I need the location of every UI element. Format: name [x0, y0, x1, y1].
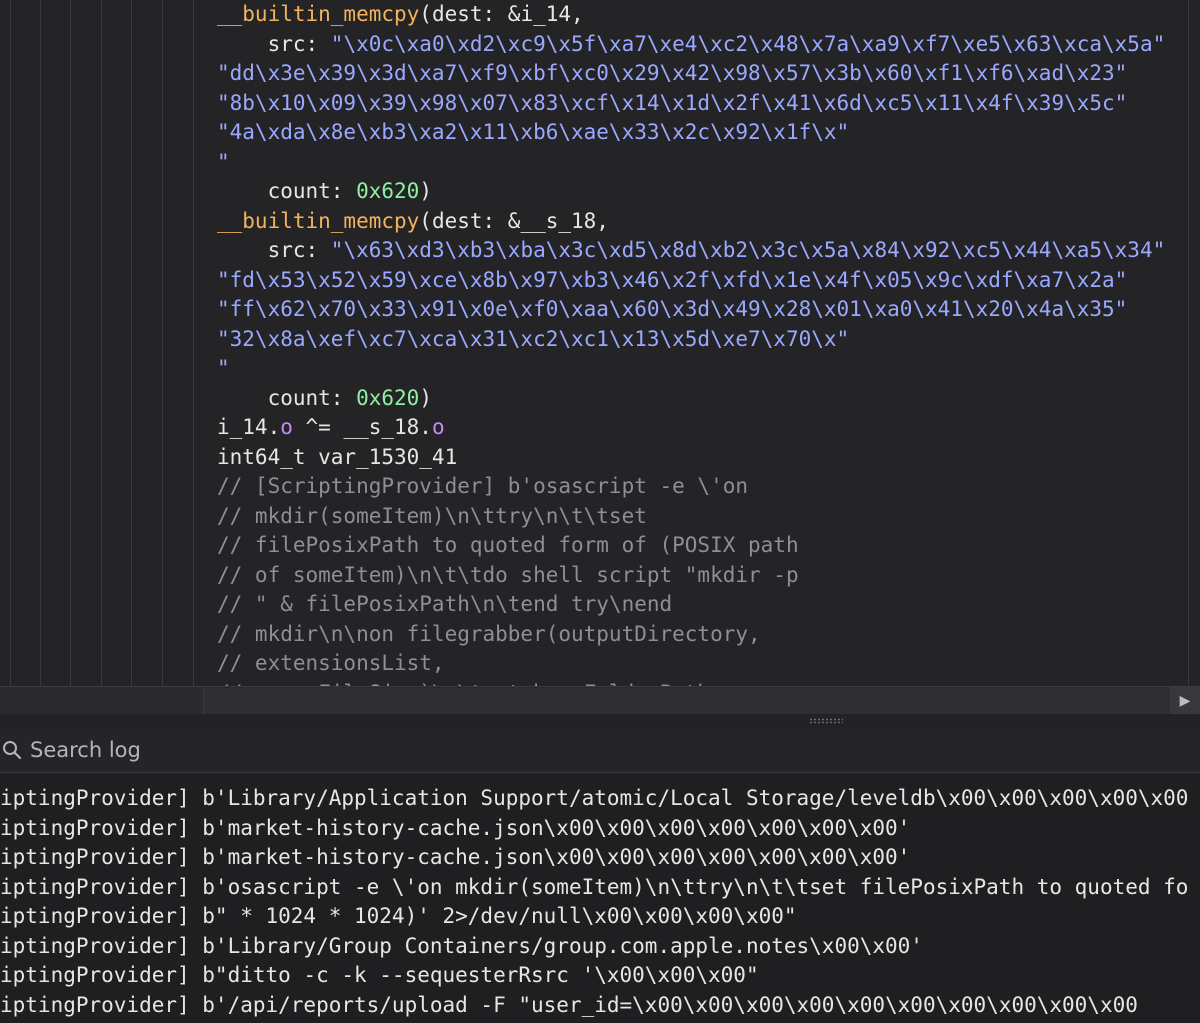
log-entry[interactable]: iptingProvider] b"ditto -c -k --sequeste…	[0, 961, 1200, 991]
code-token: o	[431, 415, 445, 439]
gutter-guide	[10, 0, 11, 686]
gutter-guide	[162, 0, 163, 686]
code-line[interactable]: src: "\x63\xd3\xb3\xba\x3c\xd5\x8d\xb2\x…	[217, 236, 1200, 266]
code-line[interactable]: "	[217, 354, 1200, 384]
code-line[interactable]: // mkdir(someItem)\n\ttry\n\t\tset	[217, 502, 1200, 532]
code-token: __builtin_memcpy	[217, 208, 420, 233]
code-token: (dest: &__s_18,	[419, 208, 609, 233]
gutter-guide	[70, 0, 71, 686]
code-token: o	[280, 415, 293, 439]
code-line[interactable]: // [ScriptingProvider] b'osascript -e \'…	[217, 472, 1200, 502]
code-token: // " & filePosixPath\n\tend try\nend	[217, 592, 673, 616]
code-token: "32\x8a\xef\xc7\xca\x31\xc2\xc1\x13\x5d\…	[217, 326, 850, 351]
code-token: // of someItem)\n\t\tdo shell script "mk…	[217, 562, 799, 587]
code-token: 0x620	[356, 385, 420, 410]
code-line[interactable]: "32\x8a\xef\xc7\xca\x31\xc2\xc1\x13\x5d\…	[217, 325, 1200, 355]
code-line[interactable]: // maxFileSize)\n\tset baseFolderPath	[217, 679, 1200, 687]
code-token: // filePosixPath to quoted form of (POSI…	[217, 533, 799, 557]
code-token: src:	[267, 31, 331, 56]
code-token: "ff\x62\x70\x33\x91\x0e\xf0\xaa\x60\x3d\…	[217, 297, 1128, 321]
code-token: // [ScriptingProvider] b'osascript -e \'…	[217, 474, 749, 498]
code-line[interactable]: "8b\x10\x09\x39\x98\x07\x83\xcf\x14\x1d\…	[217, 89, 1200, 119]
code-token: // extensionsList,	[217, 651, 445, 675]
code-token: __builtin_memcpy	[217, 2, 420, 26]
code-view[interactable]: __builtin_memcpy(dest: &i_14, src: "\x0c…	[217, 0, 1200, 686]
gutter-guide	[193, 0, 194, 686]
code-token: )	[419, 385, 432, 410]
code-line[interactable]: "fd\x53\x52\x59\xce\x8b\x97\xb3\x46\x2f\…	[217, 266, 1200, 296]
log-entry[interactable]: iptingProvider] b'Library/Group Containe…	[0, 932, 1200, 962]
code-editor[interactable]: __builtin_memcpy(dest: &i_14, src: "\x0c…	[0, 0, 1200, 686]
code-line[interactable]: // mkdir\n\non filegrabber(outputDirecto…	[217, 620, 1200, 650]
code-line[interactable]: "4a\xda\x8e\xb3\xa2\x11\xb6\xae\x33\x2c\…	[217, 118, 1200, 148]
code-line[interactable]: // extensionsList,	[217, 649, 1200, 679]
code-line[interactable]: "	[217, 148, 1200, 178]
code-token: int64_t var_1530_41	[217, 444, 458, 469]
code-token: "	[217, 356, 230, 380]
code-token: src:	[267, 238, 331, 262]
code-token: // mkdir\n\non filegrabber(outputDirecto…	[217, 621, 761, 646]
drag-handle-icon[interactable]	[809, 718, 843, 724]
code-line[interactable]: __builtin_memcpy(dest: &i_14,	[217, 0, 1200, 30]
log-entry[interactable]: iptingProvider] b'market-history-cache.j…	[0, 843, 1200, 873]
search-icon	[3, 741, 22, 760]
code-token: "4a\xda\x8e\xb3\xa2\x11\xb6\xae\x33\x2c\…	[217, 120, 850, 144]
search-log-input[interactable]	[30, 735, 630, 765]
code-line[interactable]: __builtin_memcpy(dest: &__s_18,	[217, 207, 1200, 237]
gutter-guide	[101, 0, 102, 686]
code-token: count:	[267, 385, 357, 410]
code-token: "dd\x3e\x39\x3d\xa7\xf9\xbf\xc0\x29\x42\…	[217, 61, 1128, 85]
log-entry[interactable]: iptingProvider] b" * 1024 * 1024)' 2>/de…	[0, 902, 1200, 932]
code-token: // mkdir(someItem)\n\ttry\n\t\tset	[217, 503, 647, 528]
code-line[interactable]: count: 0x620)	[217, 384, 1200, 414]
log-output[interactable]: iptingProvider] b'Library/Application Su…	[0, 784, 1200, 1023]
code-line[interactable]: int64_t var_1530_41	[217, 443, 1200, 473]
gutter-guide	[131, 0, 132, 686]
log-entry[interactable]: iptingProvider] b'Library/Application Su…	[0, 784, 1200, 814]
code-token: "\x63\xd3\xb3\xba\x3c\xd5\x8d\xb2\x3c\x5…	[330, 238, 1166, 262]
triangle-right-icon: ▶	[1179, 693, 1191, 709]
code-line[interactable]: // of someItem)\n\t\tdo shell script "mk…	[217, 561, 1200, 591]
code-line[interactable]: src: "\x0c\xa0\xd2\xc9\x5f\xa7\xe4\xc2\x…	[217, 30, 1200, 60]
log-search-bar	[0, 728, 1200, 773]
horizontal-scrollbar[interactable]: ▶	[0, 686, 1200, 715]
code-token: "fd\x53\x52\x59\xce\x8b\x97\xb3\x46\x2f\…	[217, 267, 1128, 292]
code-token: 0x620	[356, 179, 420, 203]
code-line[interactable]: // filePosixPath to quoted form of (POSI…	[217, 531, 1200, 561]
code-token: ^= __s_18.	[292, 415, 432, 439]
code-line[interactable]: i_14.o ^= __s_18.o	[217, 413, 1200, 443]
code-line[interactable]: "ff\x62\x70\x33\x91\x0e\xf0\xaa\x60\x3d\…	[217, 295, 1200, 325]
code-line[interactable]: "dd\x3e\x39\x3d\xa7\xf9\xbf\xc0\x29\x42\…	[217, 59, 1200, 89]
code-token: (dest: &i_14,	[419, 2, 584, 26]
log-entry[interactable]: iptingProvider] b'osascript -e \'on mkdi…	[0, 873, 1200, 903]
code-token: "	[217, 149, 230, 174]
code-line[interactable]: count: 0x620)	[217, 177, 1200, 207]
code-token: "8b\x10\x09\x39\x98\x07\x83\xcf\x14\x1d\…	[217, 90, 1128, 115]
code-token: )	[419, 179, 432, 203]
gutter-guide	[40, 0, 41, 686]
code-token: i_14.	[217, 415, 281, 439]
scroll-right-button[interactable]: ▶	[1170, 687, 1200, 715]
code-line[interactable]: // " & filePosixPath\n\tend try\nend	[217, 590, 1200, 620]
log-entry[interactable]: iptingProvider] b'/api/reports/upload -F…	[0, 991, 1200, 1021]
pane-splitter[interactable]	[0, 714, 1200, 728]
code-token: count:	[267, 179, 357, 203]
code-token: "\x0c\xa0\xd2\xc9\x5f\xa7\xe4\xc2\x48\x7…	[330, 31, 1166, 56]
scrollbar-track[interactable]	[203, 688, 1171, 714]
log-entry[interactable]: iptingProvider] b'market-history-cache.j…	[0, 814, 1200, 844]
